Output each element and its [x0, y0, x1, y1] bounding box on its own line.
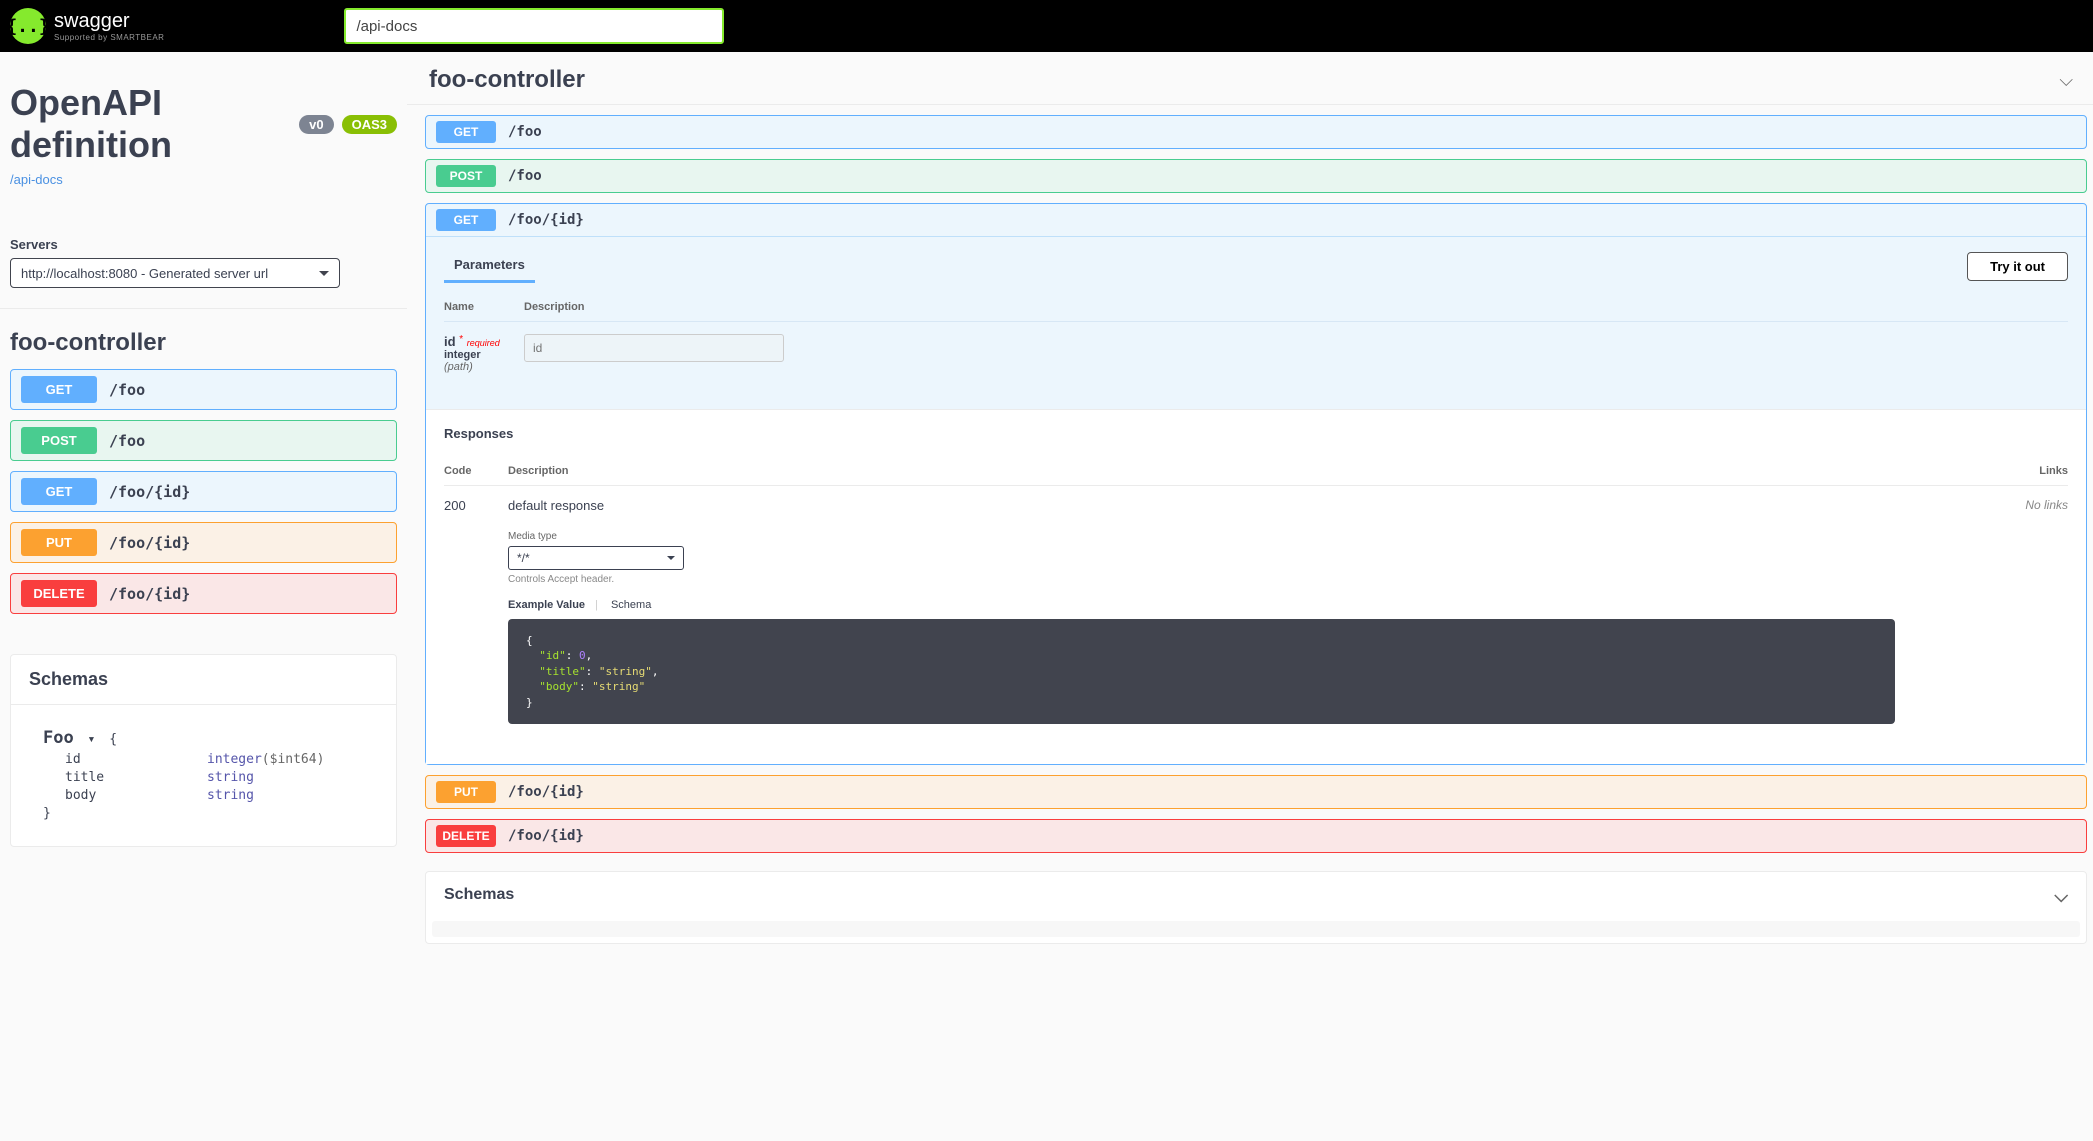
method-badge: GET — [21, 376, 97, 403]
op-delete-foo-id[interactable]: DELETE /foo/{id} — [10, 573, 397, 614]
schemas-section: Schemas Foo ▾ { id integer($int64) title… — [10, 654, 397, 847]
param-row: id * required integer (path) — [444, 322, 2068, 385]
th-links: Links — [1984, 465, 2068, 477]
spec-url-input[interactable] — [344, 8, 724, 44]
example-json: { "id": 0, "title": "string", "body": "s… — [508, 619, 1895, 724]
schemas-header[interactable]: Schemas ⌵ — [426, 872, 2086, 921]
media-type-select[interactable]: */* — [508, 546, 684, 570]
schema-name: Foo — [43, 728, 74, 748]
method-badge: POST — [436, 165, 496, 187]
no-links: No links — [1984, 498, 2068, 724]
op-path: /foo — [508, 124, 542, 140]
op-post-foo[interactable]: POST /foo — [10, 420, 397, 461]
op-path: /foo/{id} — [508, 784, 584, 800]
info-section: OpenAPI definition v0 OAS3 /api-docs — [0, 52, 407, 207]
api-docs-link[interactable]: /api-docs — [10, 172, 63, 187]
try-it-out-button[interactable]: Try it out — [1967, 252, 2068, 281]
api-title: OpenAPI definition — [10, 82, 291, 166]
op-path: /foo — [109, 432, 145, 450]
brand-sub: Supported by SMARTBEAR — [54, 33, 164, 42]
response-desc-text: default response — [508, 498, 1984, 513]
tag-section-foo: foo-controller GET /foo POST /foo GET /f… — [0, 309, 407, 644]
responses-block: Responses Code Description Links 200 def… — [426, 409, 2086, 764]
servers-section: Servers http://localhost:8080 - Generate… — [0, 207, 407, 309]
method-badge: GET — [21, 478, 97, 505]
tag-title[interactable]: foo-controller — [10, 329, 397, 357]
schema-body: Foo ▾ { id integer($int64) title string … — [11, 705, 396, 846]
op-summary[interactable]: GET /foo/{id} — [426, 204, 2086, 236]
swagger-logo[interactable]: {..} swagger Supported by SMARTBEAR — [10, 8, 164, 44]
left-panel: OpenAPI definition v0 OAS3 /api-docs Ser… — [0, 52, 407, 1141]
op-path: /foo/{id} — [508, 828, 584, 844]
topbar: {..} swagger Supported by SMARTBEAR — [0, 0, 2093, 52]
op-path: /foo/{id} — [109, 483, 190, 501]
op-path: /foo/{id} — [109, 534, 190, 552]
r-op-get-foo-id: GET /foo/{id} Parameters Try it out Name… — [425, 203, 2087, 765]
response-row: 200 default response Media type */* Cont… — [444, 486, 2068, 736]
chevron-down-icon[interactable]: ▾ — [88, 731, 96, 749]
th-description: Description — [524, 301, 585, 313]
tag-header[interactable]: foo-controller ⌵ — [407, 52, 2093, 105]
op-summary[interactable]: POST /foo — [426, 160, 2086, 192]
schema-prop-row: id integer($int64) — [43, 751, 364, 769]
op-summary[interactable]: PUT /foo/{id} — [426, 776, 2086, 808]
method-badge: DELETE — [21, 580, 97, 607]
method-badge: PUT — [21, 529, 97, 556]
right-panel: foo-controller ⌵ GET /foo POST /foo GET … — [407, 52, 2093, 1141]
method-badge: PUT — [436, 781, 496, 803]
example-value-tab[interactable]: Example Value — [508, 599, 585, 611]
op-path: /foo/{id} — [109, 585, 190, 603]
r-op-post-foo: POST /foo — [425, 159, 2087, 193]
chevron-down-icon[interactable]: ⌵ — [2054, 886, 2068, 907]
r-schemas-section: Schemas ⌵ — [425, 871, 2087, 944]
parameters-table: Name Description id * required integer (… — [426, 283, 2086, 409]
example-schema-tabs: Example Value| Schema — [508, 599, 1984, 611]
response-desc-col: default response Media type */* Controls… — [508, 498, 1984, 724]
op-get-foo[interactable]: GET /foo — [10, 369, 397, 410]
schema-prop-row: title string — [43, 769, 364, 787]
r-op-put-foo-id: PUT /foo/{id} — [425, 775, 2087, 809]
chevron-down-icon[interactable]: ⌵ — [2059, 70, 2073, 91]
server-select[interactable]: http://localhost:8080 - Generated server… — [10, 258, 340, 288]
param-meta: id * required integer (path) — [444, 334, 524, 373]
response-code: 200 — [444, 498, 508, 724]
required-star-icon: * — [459, 334, 463, 345]
logo-text-wrap: swagger Supported by SMARTBEAR — [54, 10, 164, 42]
method-badge: POST — [21, 427, 97, 454]
op-path: /foo — [109, 381, 145, 399]
op-get-foo-id[interactable]: GET /foo/{id} — [10, 471, 397, 512]
method-badge: GET — [436, 121, 496, 143]
op-path: /foo/{id} — [508, 212, 584, 228]
media-type-label: Media type — [508, 531, 1984, 542]
th-code: Code — [444, 465, 508, 477]
media-type-hint: Controls Accept header. — [508, 574, 1984, 585]
responses-title: Responses — [444, 426, 2068, 441]
r-op-get-foo: GET /foo — [425, 115, 2087, 149]
op-body: Parameters Try it out Name Description i… — [426, 236, 2086, 764]
schemas-header[interactable]: Schemas — [11, 655, 396, 705]
op-summary[interactable]: DELETE /foo/{id} — [426, 820, 2086, 852]
method-badge: GET — [436, 209, 496, 231]
th-desc: Description — [508, 465, 1984, 477]
schemas-body-placeholder — [432, 921, 2080, 937]
servers-label: Servers — [10, 237, 397, 252]
r-op-delete-foo-id: DELETE /foo/{id} — [425, 819, 2087, 853]
parameters-tab[interactable]: Parameters — [444, 249, 535, 283]
op-summary[interactable]: GET /foo — [426, 116, 2086, 148]
th-name: Name — [444, 301, 524, 313]
schema-prop-row: body string — [43, 787, 364, 805]
param-id-input[interactable] — [524, 334, 784, 362]
op-put-foo-id[interactable]: PUT /foo/{id} — [10, 522, 397, 563]
oas-badge: OAS3 — [342, 115, 397, 134]
swagger-icon: {..} — [10, 8, 46, 44]
method-badge: DELETE — [436, 825, 496, 847]
brand-name: swagger — [54, 10, 130, 32]
schema-tab[interactable]: Schema — [611, 599, 651, 611]
op-path: /foo — [508, 168, 542, 184]
version-badge: v0 — [299, 115, 333, 134]
tag-title: foo-controller — [429, 66, 585, 94]
